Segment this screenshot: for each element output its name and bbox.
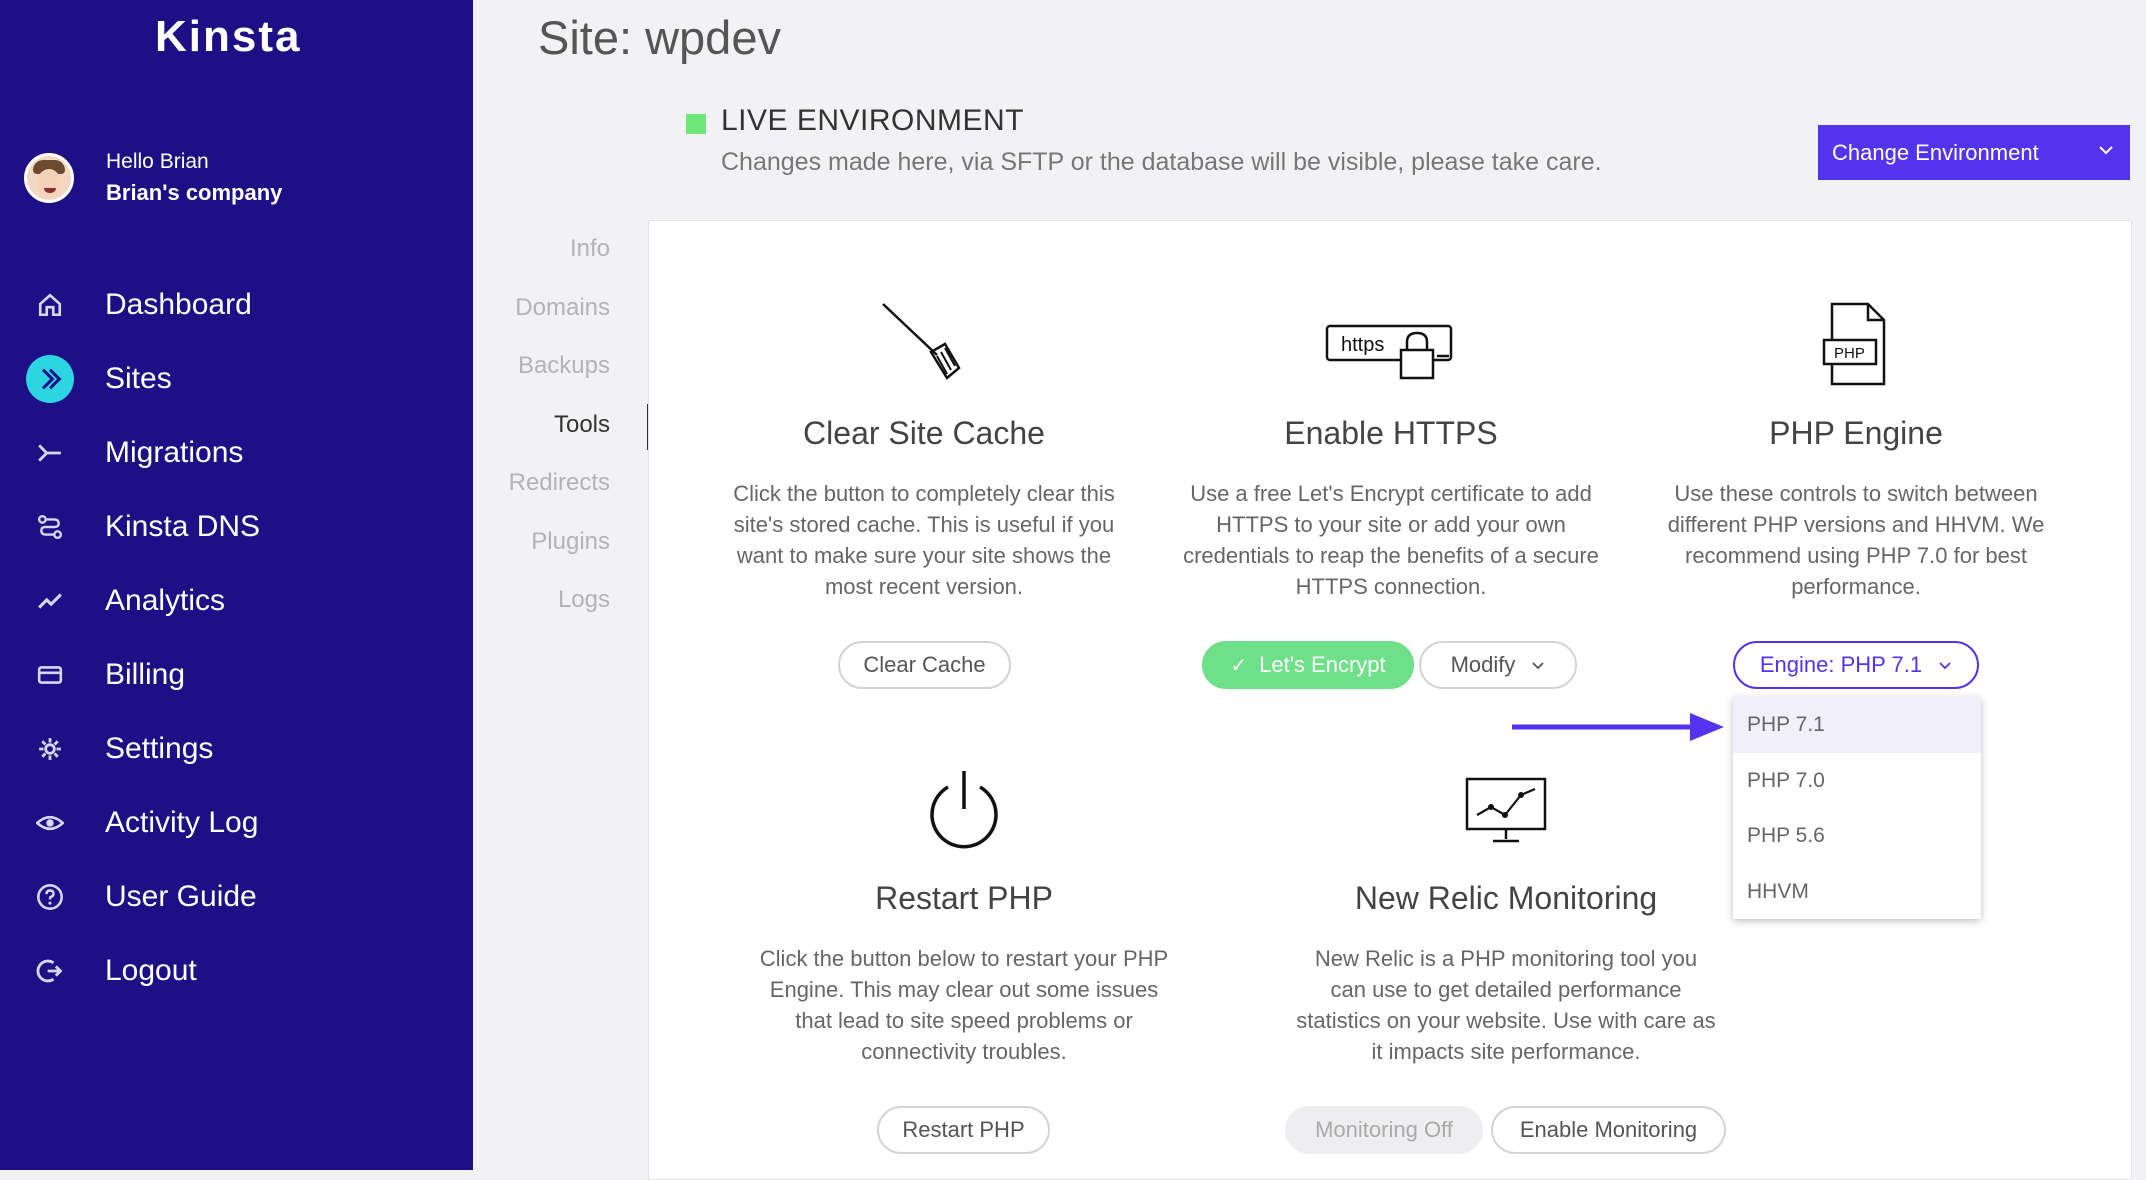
user-greeting: Hello Brian	[106, 150, 209, 173]
tool-description: Click the button to completely clear thi…	[733, 481, 1115, 599]
page-title: Site: wpdev	[538, 11, 781, 64]
gear-icon	[26, 725, 74, 773]
php-icon-text: PHP	[1834, 345, 1865, 362]
lets-encrypt-button[interactable]: ✓ Let's Encrypt	[1202, 641, 1414, 689]
sidebar-item-label: Billing	[105, 658, 186, 691]
sidebar-nav: Dashboard Sites Migrations Kinsta DNS An…	[0, 268, 473, 1008]
subnav-logs[interactable]: Logs	[470, 579, 650, 638]
change-environment-label: Change Environment	[1832, 139, 2039, 165]
php-option-7-1[interactable]: PHP 7.1	[1733, 697, 1981, 753]
https-icon-text: https	[1341, 334, 1384, 356]
modify-button[interactable]: Modify	[1419, 641, 1577, 689]
eye-icon	[26, 799, 74, 847]
environment-status-indicator	[686, 114, 706, 134]
power-icon	[754, 765, 1174, 855]
sidebar-item-label: Logout	[105, 954, 197, 987]
dns-icon	[26, 503, 74, 551]
sidebar-item-label: Sites	[105, 362, 172, 395]
arrow-icon	[1512, 713, 1724, 741]
sidebar-item-settings[interactable]: Settings	[0, 712, 473, 786]
chevron-down-icon	[2098, 139, 2114, 162]
home-icon	[26, 281, 74, 329]
subnav-tools[interactable]: Tools	[470, 403, 650, 463]
tool-title: PHP Engine	[1769, 415, 1943, 451]
tool-title: Clear Site Cache	[803, 415, 1045, 451]
sidebar: Kinsta Hello Brian Brian's company Dashb…	[0, 0, 473, 1170]
php-file-icon: PHP	[1646, 300, 2066, 390]
broom-icon	[714, 300, 1134, 390]
tool-title: Restart PHP	[875, 880, 1053, 916]
help-icon	[26, 873, 74, 921]
monitoring-off-button[interactable]: Monitoring Off	[1285, 1106, 1483, 1154]
sidebar-item-user-guide[interactable]: User Guide	[0, 860, 473, 934]
sidebar-item-migrations[interactable]: Migrations	[0, 416, 473, 490]
tool-description: Use a free Let's Encrypt certificate to …	[1183, 481, 1599, 599]
billing-icon	[26, 651, 74, 699]
analytics-icon	[26, 577, 74, 625]
sidebar-item-label: Kinsta DNS	[105, 510, 261, 543]
https-lock-icon: https	[1181, 300, 1601, 390]
sidebar-item-kinsta-dns[interactable]: Kinsta DNS	[0, 490, 473, 564]
restart-php-button[interactable]: Restart PHP	[877, 1106, 1050, 1154]
modify-label: Modify	[1450, 652, 1516, 677]
php-version-dropdown: PHP 7.1 PHP 7.0 PHP 5.6 HHVM	[1733, 697, 1981, 919]
subnav-domains[interactable]: Domains	[470, 287, 650, 346]
subnav-info[interactable]: Info	[470, 228, 650, 287]
environment-label: LIVE ENVIRONMENT	[721, 104, 1025, 137]
php-option-7-0[interactable]: PHP 7.0	[1733, 753, 1981, 809]
check-icon: ✓	[1230, 654, 1248, 677]
monitor-chart-icon	[1296, 765, 1716, 855]
sidebar-item-analytics[interactable]: Analytics	[0, 564, 473, 638]
migrations-icon	[26, 429, 74, 477]
logout-icon	[26, 947, 74, 995]
user-profile[interactable]: Hello Brian Brian's company	[24, 150, 464, 230]
sidebar-item-activity-log[interactable]: Activity Log	[0, 786, 473, 860]
avatar	[24, 153, 74, 203]
chevron-down-icon	[1938, 655, 1952, 676]
company-name: Brian's company	[106, 180, 283, 205]
tool-description: Click the button below to restart your P…	[759, 946, 1169, 1064]
subnav-plugins[interactable]: Plugins	[470, 521, 650, 580]
sidebar-item-logout[interactable]: Logout	[0, 934, 473, 1008]
sidebar-item-label: User Guide	[105, 880, 257, 913]
sidebar-item-label: Migrations	[105, 436, 244, 469]
site-subnav: Info Domains Backups Tools Redirects Plu…	[470, 228, 650, 638]
enable-monitoring-button[interactable]: Enable Monitoring	[1491, 1106, 1726, 1154]
tool-title: Enable HTTPS	[1284, 415, 1498, 451]
subnav-backups[interactable]: Backups	[470, 345, 650, 404]
sidebar-item-label: Activity Log	[105, 806, 259, 839]
tool-title: New Relic Monitoring	[1354, 880, 1658, 916]
clear-cache-button[interactable]: Clear Cache	[838, 641, 1011, 689]
change-environment-button[interactable]: Change Environment	[1818, 125, 2130, 180]
subnav-redirects[interactable]: Redirects	[470, 462, 650, 521]
sidebar-item-label: Dashboard	[105, 288, 252, 321]
environment-warning: Changes made here, via SFTP or the datab…	[721, 148, 1602, 176]
sidebar-item-sites[interactable]: Sites	[0, 342, 473, 416]
lets-encrypt-label: Let's Encrypt	[1259, 652, 1386, 677]
php-engine-label: Engine: PHP 7.1	[1759, 652, 1923, 677]
kinsta-logo[interactable]: Kinsta	[155, 12, 301, 62]
chevron-down-icon	[1531, 655, 1545, 676]
sites-icon	[26, 355, 74, 403]
sidebar-item-dashboard[interactable]: Dashboard	[0, 268, 473, 342]
php-engine-select[interactable]: Engine: PHP 7.1	[1733, 641, 1979, 689]
tool-description: New Relic is a PHP monitoring tool you c…	[1296, 946, 1716, 1064]
sidebar-item-label: Analytics	[105, 584, 226, 617]
tool-description: Use these controls to switch between dif…	[1667, 481, 2045, 599]
php-option-hhvm[interactable]: HHVM	[1733, 864, 1981, 920]
php-option-5-6[interactable]: PHP 5.6	[1733, 808, 1981, 864]
sidebar-item-billing[interactable]: Billing	[0, 638, 473, 712]
sidebar-item-label: Settings	[105, 732, 214, 765]
